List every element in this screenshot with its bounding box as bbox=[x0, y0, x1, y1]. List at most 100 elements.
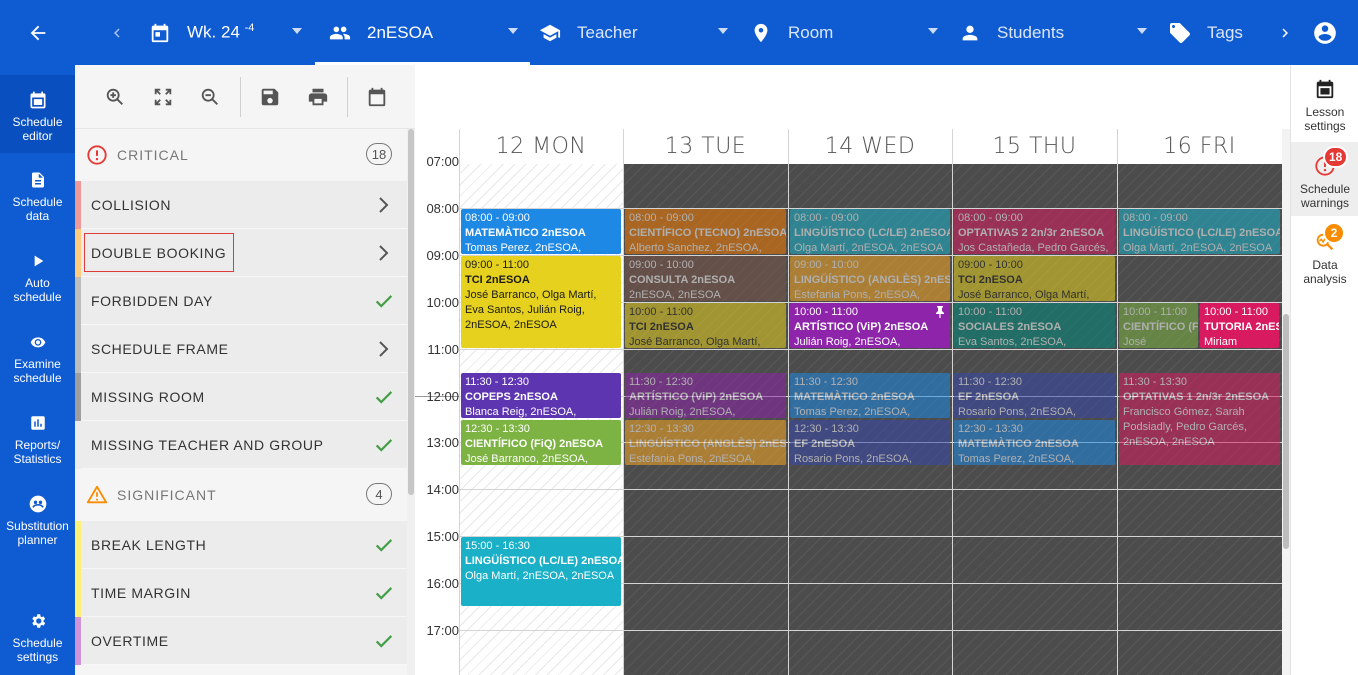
class-selector[interactable]: 2nESOA bbox=[315, 0, 530, 65]
lesson-time: 09:00 - 10:00 bbox=[629, 258, 694, 271]
zoom-in-button[interactable] bbox=[101, 83, 129, 111]
zoom-out-button[interactable] bbox=[196, 83, 224, 111]
data-analysis-button[interactable]: 2 Data analysis bbox=[1291, 222, 1358, 286]
lesson-people: Rosario Pons, 2nESOA, bbox=[794, 452, 913, 465]
back-button[interactable] bbox=[0, 0, 75, 65]
room-selector[interactable]: Room bbox=[748, 0, 938, 65]
previous-button[interactable] bbox=[100, 0, 134, 65]
nav-substitution-planner[interactable]: Substitution planner bbox=[0, 493, 75, 547]
section-title: CRITICAL bbox=[117, 147, 189, 163]
tags-selector[interactable]: Tags bbox=[1167, 0, 1262, 65]
lesson-card[interactable]: 12:30 - 13:30 LINGÜÍSTICO (ANGLÈS) 2nESOA… bbox=[625, 419, 786, 465]
lesson-time: 10:00 - 11:00 bbox=[629, 305, 694, 318]
students-selector[interactable]: Students bbox=[957, 0, 1147, 65]
chevron-left-icon bbox=[114, 28, 120, 37]
warning-row-double-booking[interactable]: DOUBLE BOOKING bbox=[75, 229, 407, 277]
lesson-card[interactable]: 09:00 - 10:00 TCI 2nESOA José Barranco, Ol… bbox=[954, 255, 1115, 301]
lesson-card[interactable]: 09:00 - 10:00 CONSULTA 2nESOA 2nESOA, 2nES… bbox=[625, 255, 786, 301]
warning-row-schedule-frame[interactable]: SCHEDULE FRAME bbox=[75, 325, 407, 373]
lesson-card[interactable]: 11:30 - 12:30 MATEMÀTICO 2nESOA Tomas Pere… bbox=[790, 373, 950, 418]
lesson-people: 2nESOA, 2nESOA bbox=[629, 288, 721, 301]
lesson-card[interactable]: 09:00 - 11:00 TCI 2nESOA José Barranco, Ol… bbox=[461, 255, 621, 348]
scrollbar-thumb[interactable] bbox=[408, 129, 414, 495]
error-circle-icon bbox=[87, 145, 107, 165]
lesson-name: TCI 2nESOA bbox=[465, 273, 530, 286]
print-button[interactable] bbox=[304, 83, 332, 111]
lesson-card[interactable]: 15:00 - 16:30 LINGÜÍSTICO (LC/LE) 2nESOA O… bbox=[461, 537, 621, 606]
calendar-button[interactable] bbox=[363, 83, 391, 111]
chevron-right-icon bbox=[379, 341, 389, 357]
next-button[interactable] bbox=[1268, 0, 1302, 65]
lesson-card[interactable]: 08:00 - 09:00 LINGÜÍSTICO (LC/LE) 2nESOA O… bbox=[790, 208, 950, 254]
warning-row-missing-teacher-and-group[interactable]: MISSING TEACHER AND GROUP bbox=[75, 421, 407, 469]
lesson-people: Estefania Pons, 2nESOA, bbox=[794, 288, 920, 301]
lesson-card[interactable]: 10:00 - 11:00 SOCIALES 2nESOA Eva Santos, … bbox=[954, 302, 1115, 348]
lesson-card[interactable]: 08:00 - 09:00 MATEMÀTICO 2nESOA Tomas Pere… bbox=[461, 208, 621, 254]
fit-screen-button[interactable] bbox=[149, 83, 177, 111]
schedule-warnings-button[interactable]: 18 Schedule warnings bbox=[1291, 142, 1358, 216]
nav-auto-schedule[interactable]: Auto schedule bbox=[0, 250, 75, 304]
schedule-calendar: 07:00 08:00 09:00 10:00 11:00 12:00 13:00 14:00… bbox=[415, 129, 1290, 675]
warning-row-break-length[interactable]: BREAK LENGTH bbox=[75, 521, 407, 569]
lesson-card[interactable]: 10:00 - 11:00 CIENTÍFICO (FiQ) 2nESOA José… bbox=[1119, 302, 1198, 348]
lesson-card[interactable]: 11:30 - 12:30 ARTÍSTICO (ViP) 2nESOA Juliá… bbox=[625, 373, 786, 418]
nav-label: Auto schedule bbox=[13, 276, 62, 304]
top-bar: Wk. 24 -4 2nESOA Teacher Room Students T… bbox=[0, 0, 1358, 65]
lesson-time: 12:30 - 13:30 bbox=[629, 422, 694, 435]
warnings-scrollbar[interactable] bbox=[407, 129, 415, 675]
lesson-people: Julián Roig, 2nESOA, bbox=[629, 406, 736, 418]
nav-schedule-data[interactable]: Schedule data bbox=[0, 169, 75, 223]
nav-schedule-settings[interactable]: Schedule settings bbox=[0, 610, 75, 664]
lesson-card[interactable]: 08:00 - 09:00 LINGÜÍSTICO (LC/LE) 2nESOA O… bbox=[1119, 208, 1280, 254]
significant-section-header[interactable]: SIGNIFICANT 4 bbox=[75, 469, 407, 521]
warning-row-collision[interactable]: COLLISION bbox=[75, 181, 407, 229]
lesson-card[interactable]: 10:00 - 11:00 TCI 2nESOA José Barranco, Ol… bbox=[625, 302, 786, 348]
lesson-card[interactable]: 12:30 - 13:30 MATEMÀTICO 2nESOA Tomas Pere… bbox=[954, 419, 1115, 465]
lesson-time: 08:00 - 09:00 bbox=[958, 211, 1023, 224]
lesson-card[interactable]: 08:00 - 09:00 CIENTÍFICO (TECNO) 2nESOA Al… bbox=[625, 208, 786, 254]
hour-label: 12:00 bbox=[426, 388, 459, 404]
nav-reports-statistics[interactable]: Reports/ Statistics bbox=[0, 412, 75, 466]
lesson-card[interactable]: 08:00 - 09:00 OPTATIVAS 2 2n/3r 2nESOA Jos… bbox=[954, 208, 1115, 254]
nav-examine-schedule[interactable]: Examine schedule bbox=[0, 331, 75, 385]
scrollbar-thumb[interactable] bbox=[1283, 314, 1289, 549]
lesson-name: ARTÍSTICO (ViP) 2nESOA bbox=[629, 391, 764, 404]
pin-icon[interactable] bbox=[935, 305, 945, 318]
severity-stripe bbox=[75, 521, 81, 569]
warning-row-overtime[interactable]: OVERTIME bbox=[75, 617, 407, 665]
warnings-list: CRITICAL 18 COLLISION DOUBLE BOOKING FORBI… bbox=[75, 129, 407, 675]
account-button[interactable] bbox=[1308, 16, 1342, 50]
section-title: SIGNIFICANT bbox=[117, 487, 217, 503]
day-header: 14 WED bbox=[824, 134, 916, 159]
hour-label: 17:00 bbox=[426, 623, 459, 638]
toolbar bbox=[75, 65, 415, 129]
hour-label: 11:00 bbox=[427, 341, 459, 357]
lesson-settings-button[interactable]: Lesson settings bbox=[1291, 77, 1358, 133]
lesson-settings-icon bbox=[1313, 77, 1337, 101]
nav-label: Reports/ Statistics bbox=[13, 438, 62, 466]
lesson-card[interactable]: 09:00 - 10:00 LINGÜÍSTICO (ANGLÈS) 2nESOA… bbox=[790, 255, 950, 301]
lesson-card[interactable]: 12:30 - 13:30 EF 2nESOA Rosario Pons, 2nES… bbox=[790, 419, 950, 465]
warning-row-missing-room[interactable]: MISSING ROOM bbox=[75, 373, 407, 421]
left-sidebar: Schedule editor Schedule data Auto sched… bbox=[0, 65, 75, 675]
room-label: Room bbox=[788, 22, 834, 42]
week-selector[interactable]: Wk. 24 -4 bbox=[147, 0, 302, 65]
lesson-card[interactable]: 10:00 - 11:00 TUTORIA 2nESOA Miriam Garcia… bbox=[1200, 302, 1279, 348]
week-offset: -4 bbox=[244, 22, 255, 35]
lesson-people: Alberto Sanchez, 2nESOA, bbox=[629, 241, 762, 254]
nav-schedule-editor[interactable]: Schedule editor bbox=[0, 75, 75, 153]
save-button[interactable] bbox=[256, 83, 284, 111]
lesson-card[interactable]: 11:30 - 13:30 OPTATIVAS 1 2n/3r 2nESOA Fra… bbox=[1119, 373, 1280, 465]
teacher-selector[interactable]: Teacher bbox=[537, 0, 728, 65]
lesson-card[interactable]: 12:30 - 13:30 CIENTÍFICO (FiQ) 2nESOA José… bbox=[461, 419, 621, 465]
lesson-card[interactable]: 11:30 - 12:30 EF 2nESOA Rosario Pons, 2nES… bbox=[954, 373, 1115, 418]
calendar-scrollbar[interactable] bbox=[1282, 129, 1290, 675]
lesson-name: LINGÜÍSTICO (LC/LE) 2nESOA bbox=[1123, 226, 1280, 239]
warning-row-forbidden-day[interactable]: FORBIDDEN DAY bbox=[75, 277, 407, 325]
warning-row-time-margin[interactable]: TIME MARGIN bbox=[75, 569, 407, 617]
lesson-card[interactable]: 11:30 - 12:30 COPEPS 2nESOA Blanca Reig, 2… bbox=[461, 373, 621, 418]
critical-section-header[interactable]: CRITICAL 18 bbox=[75, 129, 407, 181]
lesson-card[interactable]: 10:00 - 11:00 ARTÍSTICO (ViP) 2nESOA Juliá… bbox=[790, 302, 950, 348]
check-icon bbox=[375, 587, 393, 600]
severity-stripe bbox=[75, 325, 81, 373]
